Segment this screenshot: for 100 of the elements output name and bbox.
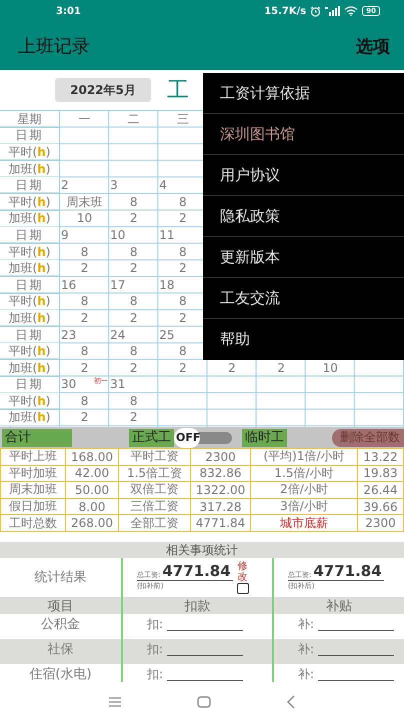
- hours-value[interactable]: 2: [130, 410, 138, 426]
- result-label: 统计结果: [34, 569, 86, 586]
- menu-item[interactable]: 帮助: [203, 319, 404, 360]
- stats-cell: 全部工资: [119, 515, 191, 532]
- hours-value[interactable]: 8: [130, 194, 138, 210]
- date-number[interactable]: 3: [110, 178, 118, 194]
- date-number[interactable]: 30: [61, 377, 76, 392]
- row-label: 平时(h): [0, 244, 59, 260]
- hours-value[interactable]: 2: [80, 310, 88, 326]
- stats-cell: 4771.84: [191, 515, 251, 532]
- section-title: 相关事项统计: [0, 542, 404, 558]
- network-speed: 15.7K/s: [264, 6, 306, 16]
- hours-value[interactable]: 2: [179, 310, 187, 326]
- hours-value[interactable]: 2: [179, 211, 187, 226]
- stats-cell: 工时总数: [1, 515, 66, 532]
- hours-value[interactable]: 10: [76, 211, 92, 226]
- hours-value[interactable]: 8: [179, 194, 187, 210]
- row-label: 日期: [0, 326, 59, 344]
- hours-value[interactable]: 2: [130, 211, 138, 226]
- hours-value[interactable]: 2: [228, 360, 236, 376]
- date-number[interactable]: 31: [110, 377, 126, 392]
- hours-value[interactable]: 8: [179, 244, 187, 260]
- edit-checkbox[interactable]: [236, 582, 249, 594]
- date-number[interactable]: 25: [159, 328, 175, 343]
- row-label: 加班(h): [0, 410, 59, 426]
- date-number[interactable]: 10: [110, 228, 126, 243]
- row-label: 加班(h): [0, 360, 59, 376]
- date-number[interactable]: 18: [159, 278, 175, 293]
- column-header: 项目: [48, 598, 74, 615]
- date-number[interactable]: 24: [110, 328, 126, 343]
- regular-worker-label: 正式工: [129, 428, 174, 446]
- date-number[interactable]: 23: [61, 328, 76, 343]
- hours-value[interactable]: 2: [179, 261, 187, 276]
- stats-cell: 双倍工资: [119, 482, 191, 499]
- stats-cell: 3倍/小时: [251, 498, 358, 516]
- hours-value[interactable]: 8: [130, 244, 138, 260]
- hours-value[interactable]: 8: [80, 394, 88, 409]
- hours-value[interactable]: 8: [80, 244, 88, 260]
- back-icon[interactable]: [286, 694, 296, 709]
- hours-value[interactable]: 8: [130, 344, 138, 360]
- delete-all-button[interactable]: 删除全部数: [332, 428, 404, 446]
- date-number[interactable]: 11: [159, 228, 175, 243]
- menu-item[interactable]: 工资计算依据: [203, 73, 404, 114]
- stats-cell: 2300: [358, 515, 404, 532]
- menu-item[interactable]: 深圳图书馆: [203, 114, 404, 155]
- item-name: 社保: [48, 642, 74, 657]
- month-button[interactable]: 2022年5月: [55, 78, 151, 102]
- stats-cell: 42.00: [66, 466, 119, 482]
- hours-value[interactable]: 8: [130, 394, 138, 409]
- stats-cell: 168.00: [66, 449, 119, 466]
- menu-icon[interactable]: [108, 696, 122, 708]
- row-label: 平时(h): [0, 294, 59, 310]
- hours-value[interactable]: 周末班: [66, 194, 103, 210]
- row-label: 平时(h): [0, 144, 59, 161]
- deduct-label: 扣:: [147, 616, 164, 632]
- hours-value[interactable]: 8: [80, 344, 88, 360]
- weekday-header: 三: [176, 111, 190, 128]
- menu-item[interactable]: 工友交流: [203, 278, 404, 319]
- column-header: 补贴: [326, 598, 352, 615]
- hours-value[interactable]: 2: [80, 360, 88, 376]
- wage-after-field[interactable]: 4771.84: [311, 563, 384, 580]
- date-number[interactable]: 9: [61, 228, 69, 243]
- date-number[interactable]: 2: [61, 178, 69, 194]
- subsidy-label: 补:: [298, 666, 314, 682]
- date-number[interactable]: 4: [159, 178, 167, 194]
- stats-cell: 平时工资: [119, 449, 191, 466]
- stats-cell: 50.00: [66, 482, 119, 499]
- hours-value[interactable]: 8: [179, 344, 187, 360]
- stats-cell: 19.83: [358, 466, 404, 482]
- date-number[interactable]: 17: [110, 278, 126, 293]
- app-title: 上班记录: [18, 35, 90, 58]
- stats-cell: (平均)1倍/小时: [251, 449, 358, 466]
- hours-value[interactable]: 2: [179, 360, 187, 376]
- hours-value[interactable]: 8: [80, 294, 88, 310]
- menu-item[interactable]: 隐私政策: [203, 196, 404, 237]
- menu-item[interactable]: 用户协议: [203, 155, 404, 196]
- stats-cell: 1322.00: [191, 482, 251, 499]
- deduct-label: 扣:: [147, 642, 164, 657]
- menu-item[interactable]: 更新版本: [203, 237, 404, 278]
- stats-cell: 317.28: [191, 498, 251, 516]
- hours-value[interactable]: 2: [277, 360, 285, 376]
- hours-value[interactable]: 10: [322, 360, 338, 376]
- options-menu-button[interactable]: 选项: [356, 34, 390, 58]
- home-icon[interactable]: [196, 694, 211, 709]
- stats-cell: 周末加班: [1, 482, 66, 499]
- hours-value[interactable]: 2: [130, 360, 138, 376]
- row-label: 加班(h): [0, 310, 59, 327]
- weekday-label: 星期: [0, 111, 59, 128]
- edit-label: 修改: [238, 560, 248, 583]
- wage-before-field[interactable]: 4771.84: [160, 563, 233, 580]
- hours-value[interactable]: 2: [80, 410, 88, 426]
- stats-cell: 8.00: [66, 498, 119, 516]
- hours-value[interactable]: 2: [130, 261, 138, 276]
- date-number[interactable]: 16: [61, 278, 76, 293]
- total-label: 合计: [2, 428, 72, 446]
- hours-value[interactable]: 2: [80, 261, 88, 276]
- hours-value[interactable]: 8: [179, 294, 187, 310]
- hours-value[interactable]: 8: [130, 294, 138, 310]
- row-label: 加班(h): [0, 260, 59, 277]
- hours-value[interactable]: 2: [130, 310, 138, 326]
